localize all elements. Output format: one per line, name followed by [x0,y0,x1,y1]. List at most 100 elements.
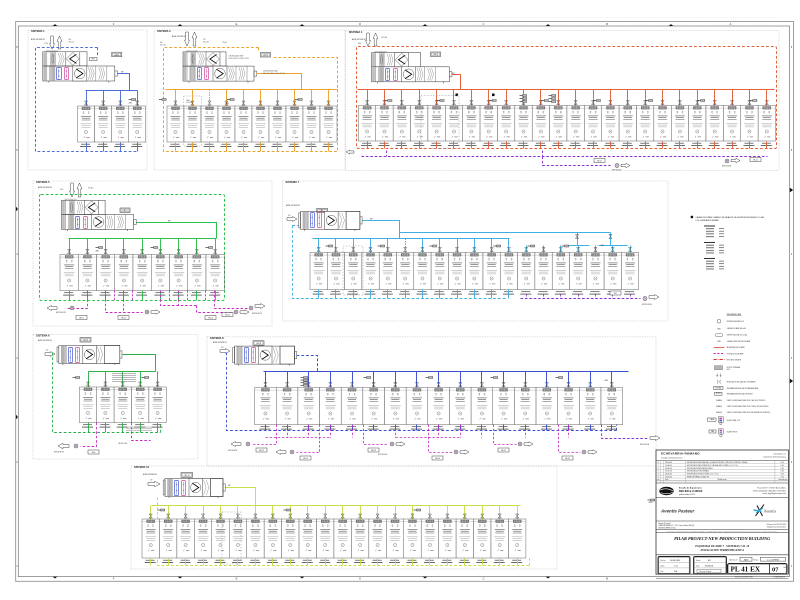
svg-text:Fecha:: Fecha: [661,560,667,562]
svg-text:AIRE EXTERIOR: AIRE EXTERIOR [143,473,158,476]
svg-text:26-08-04: 26-08-04 [665,462,672,464]
svg-text:+RE7: +RE7 [600,245,604,247]
svg-text:Dibu.:: Dibu.: [661,565,666,567]
svg-text:CAJ 1: CAJ 1 [114,53,119,56]
svg-text:SISTEMA 8: SISTEMA 8 [210,336,224,340]
svg-text:Modificación: Modificación [718,479,727,481]
svg-text:NNN: NNN [717,328,720,330]
svg-text:ECHEVARRIA-ROMANO: ECHEVARRIA-ROMANO [661,452,700,456]
svg-text:C. LLORENS: C. LLORENS [767,559,780,561]
svg-text:+RE2: +RE2 [128,103,132,105]
svg-text:CAJ 3: CAJ 3 [263,54,268,57]
svg-text:VE-5.2: VE-5.2 [121,318,126,320]
svg-text:INSTALACION TERMOMECANICA: INSTALACION TERMOMECANICA [699,549,744,552]
svg-text:EXPULSION: EXPULSION [56,312,66,314]
svg-text:© CLASSEMENT: © CLASSEMENT [772,576,785,579]
svg-text:y Asociados S.R.L.: y Asociados S.R.L. [679,493,696,496]
svg-text:870: 870 [288,215,291,217]
svg-text:2600: 2600 [358,43,361,45]
svg-text:450: 450 [46,350,49,352]
svg-text:estudio termomecánico: estudio termomecánico [661,457,683,460]
svg-text:VE-5.3: VE-5.3 [208,318,213,320]
svg-text:3400, 390, 13000 m3, 400, 700: 3400, 390, 13000 m3, 400, 700 (B) [263,73,285,75]
svg-text:Paraná 461 6º "D"/1047/ Buenos: Paraná 461 6º "D"/1047/ Buenos Aires [757,487,786,490]
svg-text:SISTEMA 5: SISTEMA 5 [36,180,50,184]
svg-text:VE-6: VE-6 [92,452,96,454]
svg-text:4: 4 [658,474,659,476]
svg-text:VE-8.4: VE-8.4 [435,458,440,460]
svg-text:D: D [359,577,361,581]
svg-text:EMISION PARA LICITACION.: EMISION PARA LICITACION. [687,475,710,478]
svg-text:Rev: Rev [784,567,787,569]
svg-text:Insp.:: Insp.: [696,565,701,567]
svg-text:VE-8.5: VE-8.5 [501,450,506,452]
svg-text:EXPULSION: EXPULSION [722,166,732,168]
svg-text:PILAR PROJECT-NEW PRODUCTION B: PILAR PROJECT-NEW PRODUCTION BUILDING [674,536,771,541]
svg-text:PL 41 EX: PL 41 EX [731,566,761,574]
svg-text:19-07-04: 19-07-04 [665,471,672,473]
svg-text:5: 5 [658,471,659,473]
svg-text:16-03-04: 16-03-04 [665,476,672,478]
svg-text:e-mail: dyg@biglierarquitectur: e-mail: dyg@biglierarquitectura [763,492,786,495]
svg-text:VE-8.3: VE-8.3 [371,450,376,452]
svg-text:AIRE EXTERIOR: AIRE EXTERIOR [38,186,53,189]
svg-text:SISTEMA 4: SISTEMA 4 [349,30,363,34]
svg-text:MODIFICACIONES PRESION Y CAUDA: MODIFICACIONES PRESION Y CAUDAL SECTORES… [687,464,738,467]
svg-text:Resp.:: Resp.: [754,559,760,561]
svg-text:VE-7: VE-7 [614,293,618,295]
svg-text:D: D [359,22,361,26]
svg-text:570: 570 [203,39,206,41]
svg-text:AIRE EXTERIOR: AIRE EXTERIOR [31,38,46,41]
svg-text:MODIFICACIONES SALIDA, LOCALES: MODIFICACIONES SALIDA, LOCALES PRE-INC, … [687,461,749,464]
svg-text:IMP: IMP [370,219,373,221]
svg-text:11-08-04: 11-08-04 [665,465,672,467]
svg-text:AIRE EXTERIOR: AIRE EXTERIOR [352,38,367,41]
svg-text:SISTEMA 1: SISTEMA 1 [31,29,45,33]
svg-text:MODIFICACIONES REVISIONES.: MODIFICACIONES REVISIONES. [687,467,714,470]
svg-text:C.M.: C.M. [780,465,784,467]
svg-text:CAJ 10: CAJ 10 [184,474,190,477]
svg-text:Escal.:: Escal.: [696,560,702,562]
svg-text:8: 8 [658,462,659,464]
svg-text:900: 900 [69,39,72,41]
svg-text:LOS CAUDALES SERAN:: LOS CAUDALES SERAN: [696,219,720,222]
svg-text:AIRE EXTERIOR: AIRE EXTERIOR [172,35,187,38]
svg-text:Consultores en: Consultores en [773,452,786,455]
svg-text:EXPULSION: EXPULSION [252,313,262,315]
svg-text:VE-5.4: VE-5.4 [225,315,230,317]
svg-text:RET: RET [92,59,95,61]
svg-text:AIRE EXTERIOR: AIRE EXTERIOR [286,204,301,207]
svg-text:rev: rev [657,479,659,481]
svg-text:C.M.: C.M. [780,476,784,478]
svg-text:C.M.: C.M. [780,474,784,476]
svg-text:B: B [606,577,608,581]
svg-text:AIRE EXTERIOR: AIRE EXTERIOR [38,339,53,342]
svg-text:BIGLIER & LLORGIS: BIGLIER & LLORGIS [679,490,703,493]
svg-text:EXPULSION: EXPULSION [642,304,652,306]
svg-text:VE-4.1: VE-4.1 [597,161,602,163]
svg-text:EXPULSION: EXPULSION [378,454,388,456]
svg-text:Tel/Fax 4343-4430 / 4343-4613: Tel/Fax 4343-4430 / 4343-4613 / 4327-485… [753,490,786,492]
svg-text:CAJ 7: CAJ 7 [320,209,325,212]
svg-text:Aventis Pasteur: Aventis Pasteur [660,509,694,514]
svg-text:+RE10: +RE10 [648,502,653,504]
svg-text:IMP: IMP [121,72,124,74]
svg-text:28-08-2003: 28-08-2003 [669,560,681,562]
svg-text:13900 m3/h P.E. 410 RET. 30/: 13900 m3/h P.E. 410 RET. 30/20 [229,58,249,60]
svg-text:MODIFICACION SISTEMA 8.: MODIFICACION SISTEMA 8. [687,470,710,473]
svg-text:3: 3 [658,476,659,478]
svg-text:Ingeniería Termomecánica: Ingeniería Termomecánica [764,455,787,458]
svg-text:870: 870 [221,347,224,349]
svg-text:C.U.: C.U. [674,565,678,567]
svg-text:C: C [483,577,485,581]
svg-text:CAJ 5: CAJ 5 [123,209,128,212]
svg-text:A: A [730,22,732,26]
svg-text:IMP: IMP [228,485,231,487]
svg-text:28-06-04: 28-06-04 [665,474,672,476]
svg-text:VE-8.6: VE-8.6 [565,458,570,460]
svg-text:B: B [606,22,608,26]
svg-text:7: 7 [658,465,659,467]
svg-text:NNN: NNN [717,341,720,343]
svg-text:Aventis: Aventis [764,509,777,514]
svg-text:VE-8.1: VE-8.1 [259,450,264,452]
